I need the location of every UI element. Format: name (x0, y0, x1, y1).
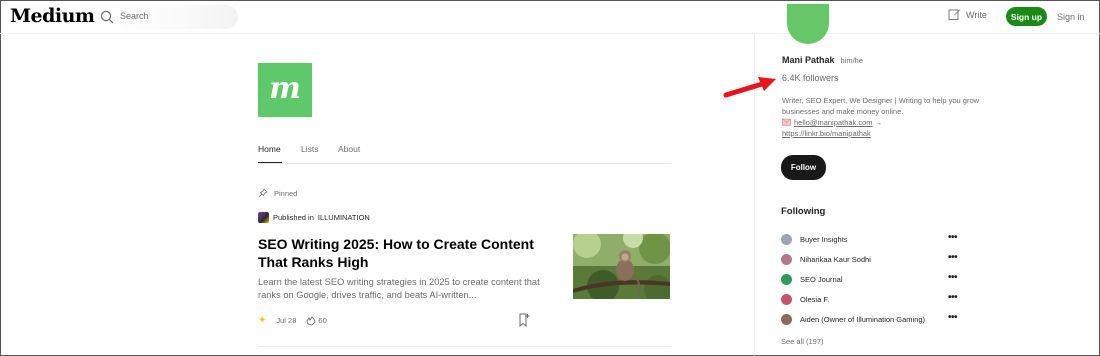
avatar (781, 233, 792, 245)
profile-pronouns: him/he (840, 56, 864, 65)
illumination-logo-icon (258, 212, 269, 223)
profile-name[interactable]: Mani Pathak (782, 55, 835, 65)
following-heading: Following (781, 206, 826, 217)
following-item[interactable]: SEO Journal ••• (781, 269, 961, 289)
tab-about[interactable]: About (338, 144, 360, 154)
tab-home[interactable]: Home (258, 144, 281, 154)
medium-logo[interactable]: Medium (10, 5, 95, 27)
post-divider (258, 346, 671, 347)
post-meta: ✦ Jul 28 60 (258, 315, 327, 326)
following-name[interactable]: Aiden (Owner of Illumination Gaming) (800, 315, 925, 324)
avatar (781, 313, 792, 325)
avatar (781, 253, 792, 265)
following-item[interactable]: Olesia F. ••• (781, 289, 961, 309)
profile-name-row: Mani Pathak him/he (782, 55, 863, 65)
sign-up-button[interactable]: Sign up (1006, 7, 1047, 26)
more-options-icon[interactable]: ••• (948, 292, 958, 303)
bio-link[interactable]: https://linkr.bio/manipathak (782, 129, 871, 138)
member-only-star-icon: ✦ (258, 315, 267, 326)
more-options-icon[interactable]: ••• (948, 272, 958, 283)
following-item[interactable]: Niharikaa Kaur Sodhi ••• (781, 249, 961, 269)
more-options-icon[interactable]: ••• (948, 232, 958, 243)
following-name[interactable]: Olesia F. (800, 295, 829, 304)
following-item[interactable]: Buyer Insights ••• (781, 229, 961, 249)
bookmark-add-icon[interactable] (518, 313, 530, 327)
write-label: Write (966, 9, 987, 20)
email-emoji-icon (782, 118, 791, 126)
red-annotation-arrow (723, 77, 776, 98)
followers-count[interactable]: 6.4K followers (782, 73, 839, 83)
post-date: Jul 28 (276, 316, 297, 325)
profile-avatar[interactable] (787, 4, 829, 44)
following-item[interactable]: Aiden (Owner of Illumination Gaming) ••• (781, 309, 961, 329)
pin-icon (258, 188, 268, 198)
tab-lists[interactable]: Lists (301, 144, 318, 154)
sign-in-link[interactable]: Sign in (1057, 12, 1085, 22)
profile-bio: Writer, SEO Expert, We Designer | Writin… (782, 95, 982, 139)
write-icon (948, 9, 960, 20)
pinned-text: Pinned (274, 188, 298, 198)
write-button[interactable]: Write (948, 8, 987, 21)
publication-name-link[interactable]: ILLUMINATION (318, 213, 370, 222)
follow-button[interactable]: Follow (781, 155, 826, 180)
more-options-icon[interactable]: ••• (948, 312, 958, 323)
email-link[interactable]: hello@manipathak.com (794, 118, 873, 127)
more-options-icon[interactable]: ••• (948, 252, 958, 263)
following-name[interactable]: Buyer Insights (800, 235, 848, 244)
clap-icon (306, 315, 316, 325)
published-in-prefix: Published in (273, 213, 314, 222)
post-title[interactable]: SEO Writing 2025: How to Create Content … (258, 235, 548, 271)
pinned-label: Pinned (258, 188, 297, 198)
avatar (781, 273, 792, 285)
published-in: Published in ILLUMINATION (258, 212, 370, 223)
publication-logo-letter: m (269, 70, 301, 106)
clap-count[interactable]: 60 (306, 315, 327, 326)
search-icon (100, 10, 114, 24)
post-excerpt[interactable]: Learn the latest SEO writing strategies … (258, 276, 548, 301)
top-nav: Medium Search Write Sign up Sign in (0, 0, 1100, 34)
see-all-following-link[interactable]: See all (197) (781, 337, 824, 346)
search-bar[interactable]: Search (96, 5, 238, 29)
profile-tabs: Home Lists About (258, 142, 671, 164)
search-input[interactable]: Search (120, 11, 149, 21)
bio-text: Writer, SEO Expert, We Designer | Writin… (782, 96, 980, 116)
following-name[interactable]: SEO Journal (800, 275, 843, 284)
email-arrow: → (874, 118, 883, 127)
avatar (781, 293, 792, 305)
following-name[interactable]: Niharikaa Kaur Sodhi (800, 255, 871, 264)
active-tab-indicator (258, 162, 282, 163)
clap-count-value: 60 (318, 316, 327, 325)
post-thumbnail-monkey-image[interactable] (573, 234, 670, 299)
publication-logo[interactable]: m (258, 63, 312, 117)
following-list: Buyer Insights ••• Niharikaa Kaur Sodhi … (781, 229, 961, 329)
